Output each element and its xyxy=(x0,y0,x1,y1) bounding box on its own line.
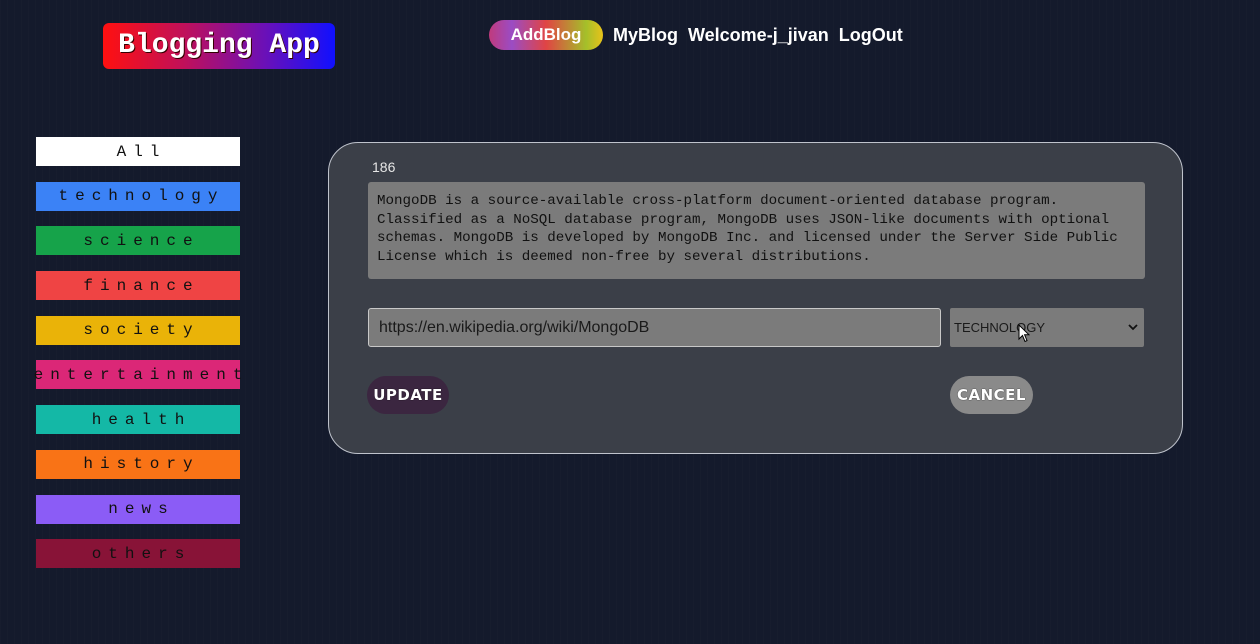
add-blog-button[interactable]: AddBlog xyxy=(489,20,603,50)
update-button[interactable]: UPDATE xyxy=(367,376,449,414)
category-science[interactable]: science xyxy=(36,226,240,256)
category-history[interactable]: history xyxy=(36,449,240,479)
category-select-value: TECHNOLOGY xyxy=(954,320,1046,335)
category-news[interactable]: news xyxy=(36,494,240,524)
my-blog-link[interactable]: MyBlog xyxy=(613,20,678,50)
category-finance[interactable]: finance xyxy=(36,271,240,301)
category-entertainment[interactable]: entertainment xyxy=(34,360,242,390)
category-others[interactable]: others xyxy=(36,539,240,569)
top-nav: AddBlog MyBlog Welcome-j_jivan LogOut xyxy=(489,20,903,50)
category-health[interactable]: health xyxy=(36,405,240,435)
welcome-user-link[interactable]: Welcome-j_jivan xyxy=(688,20,829,50)
cancel-button[interactable]: CANCEL xyxy=(950,376,1033,414)
app-logo[interactable]: Blogging App xyxy=(103,23,335,69)
category-select[interactable]: TECHNOLOGY xyxy=(950,308,1144,347)
edit-blog-card: 186 MongoDB is a source-available cross-… xyxy=(328,142,1183,454)
blog-id-label: 186 xyxy=(372,159,396,175)
logout-link[interactable]: LogOut xyxy=(839,20,903,50)
category-technology[interactable]: technology xyxy=(36,181,240,211)
description-textarea[interactable]: MongoDB is a source-available cross-plat… xyxy=(368,182,1145,279)
url-input[interactable]: https://en.wikipedia.org/wiki/MongoDB xyxy=(368,308,941,347)
mouse-pointer-icon xyxy=(1018,323,1031,348)
category-sidebar: All technology science finance society e… xyxy=(34,137,242,584)
chevron-down-icon xyxy=(1128,308,1138,362)
category-all[interactable]: All xyxy=(36,137,240,166)
category-society[interactable]: society xyxy=(36,315,240,345)
